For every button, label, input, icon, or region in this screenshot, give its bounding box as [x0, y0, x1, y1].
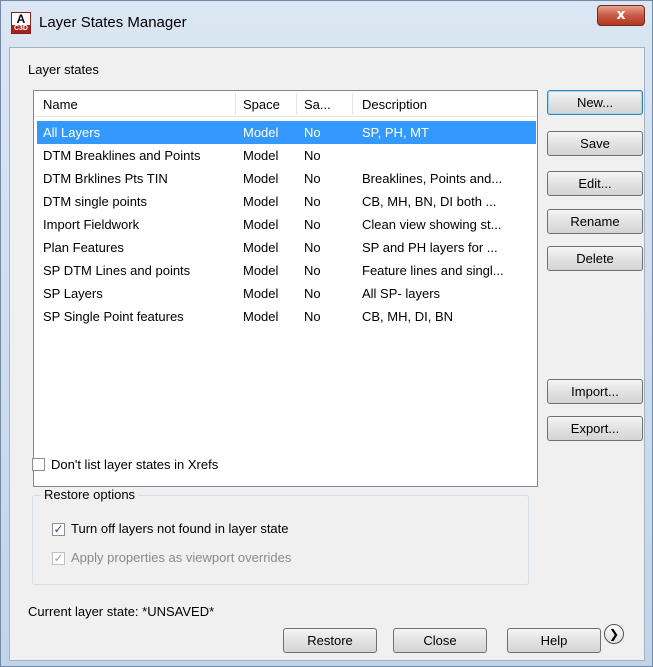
- save-button[interactable]: Save: [547, 131, 643, 156]
- restore-button[interactable]: Restore: [283, 628, 377, 653]
- row-saved: No: [304, 194, 321, 209]
- turn-off-layers-label[interactable]: Turn off layers not found in layer state: [71, 521, 289, 536]
- row-space: Model: [243, 263, 279, 278]
- title-bar: A C3D Layer States Manager x: [1, 1, 652, 47]
- apply-viewport-overrides-label: Apply properties as viewport overrides: [71, 550, 292, 565]
- close-window-button[interactable]: x: [597, 5, 645, 26]
- checkmark-icon: ✓: [53, 522, 64, 536]
- row-space: Model: [243, 171, 279, 186]
- list-item[interactable]: Import Fieldwork Model No Clean view sho…: [37, 213, 536, 236]
- row-name: DTM Brklines Pts TIN: [43, 171, 168, 186]
- list-item-all-layers[interactable]: All Layers Model No SP, PH, MT: [37, 121, 536, 144]
- app-icon-badge: C3D: [12, 25, 30, 33]
- autocad-civil3d-app-icon: A C3D: [11, 12, 31, 34]
- row-name: DTM single points: [43, 194, 148, 209]
- row-space: Model: [243, 286, 279, 301]
- row-saved: No: [304, 263, 321, 278]
- row-name: SP Single Point features: [43, 309, 184, 324]
- row-description: SP and PH layers for ...: [362, 240, 498, 255]
- rename-button[interactable]: Rename: [547, 209, 643, 234]
- new-button[interactable]: New...: [547, 90, 643, 115]
- list-item[interactable]: Plan Features Model No SP and PH layers …: [37, 236, 536, 259]
- turn-off-layers-checkbox[interactable]: ✓: [52, 523, 65, 536]
- restore-options-group: Restore options ✓ Turn off layers not fo…: [32, 487, 529, 585]
- row-name: Import Fieldwork: [43, 217, 140, 232]
- row-name: SP Layers: [43, 286, 103, 301]
- row-space: Model: [243, 148, 279, 163]
- dialog-body: Layer states Name Space Sa... Descriptio…: [9, 47, 645, 661]
- layer-states-label: Layer states: [28, 62, 99, 77]
- row-space: Model: [243, 309, 279, 324]
- list-item[interactable]: DTM single points Model No CB, MH, BN, D…: [37, 190, 536, 213]
- row-saved: No: [304, 240, 321, 255]
- row-name: SP DTM Lines and points: [43, 263, 191, 278]
- row-space: Model: [243, 125, 279, 140]
- row-description: CB, MH, DI, BN: [362, 309, 454, 324]
- layer-states-list[interactable]: Name Space Sa... Description All Layers …: [33, 90, 538, 487]
- row-space: Model: [243, 194, 279, 209]
- row-space: Model: [243, 217, 279, 232]
- row-description: Breaklines, Points and...: [362, 171, 503, 186]
- row-description: CB, MH, BN, DI both ...: [362, 194, 497, 209]
- row-saved: No: [304, 217, 321, 232]
- import-button[interactable]: Import...: [547, 379, 643, 404]
- column-separator[interactable]: [235, 93, 236, 115]
- export-button[interactable]: Export...: [547, 416, 643, 441]
- row-description: SP, PH, MT: [362, 125, 429, 140]
- close-button[interactable]: Close: [393, 628, 487, 653]
- column-header-description[interactable]: Description: [362, 97, 427, 112]
- row-saved: No: [304, 309, 321, 324]
- row-name: All Layers: [43, 125, 101, 140]
- checkmark-icon: ✓: [53, 551, 64, 565]
- delete-button[interactable]: Delete: [547, 246, 643, 271]
- row-name: DTM Breaklines and Points: [43, 148, 201, 163]
- column-header-space[interactable]: Space: [243, 97, 280, 112]
- help-button[interactable]: Help: [507, 628, 601, 653]
- list-item[interactable]: DTM Breaklines and Points Model No: [37, 144, 536, 167]
- xrefs-label[interactable]: Don't list layer states in Xrefs: [51, 457, 218, 472]
- list-item[interactable]: SP DTM Lines and points Model No Feature…: [37, 259, 536, 282]
- more-options-button[interactable]: ❯: [604, 624, 624, 644]
- close-icon: x: [616, 7, 626, 23]
- row-name: Plan Features: [43, 240, 124, 255]
- column-header-saved[interactable]: Sa...: [304, 97, 331, 112]
- list-item[interactable]: SP Single Point features Model No CB, MH…: [37, 305, 536, 328]
- edit-button[interactable]: Edit...: [547, 171, 643, 196]
- column-header-name[interactable]: Name: [43, 97, 78, 112]
- column-separator[interactable]: [296, 93, 297, 115]
- row-description: Feature lines and singl...: [362, 263, 504, 278]
- chevron-right-icon: ❯: [608, 627, 620, 641]
- row-saved: No: [304, 286, 321, 301]
- row-saved: No: [304, 125, 321, 140]
- layer-states-manager-window: A C3D Layer States Manager x Layer state…: [0, 0, 653, 667]
- row-description: All SP- layers: [362, 286, 441, 301]
- xrefs-checkbox[interactable]: [32, 458, 45, 471]
- row-description: Clean view showing st...: [362, 217, 502, 232]
- row-saved: No: [304, 171, 321, 186]
- row-space: Model: [243, 240, 279, 255]
- list-item[interactable]: DTM Brklines Pts TIN Model No Breaklines…: [37, 167, 536, 190]
- column-separator[interactable]: [352, 93, 353, 115]
- apply-viewport-overrides-checkbox: ✓: [52, 552, 65, 565]
- list-header: Name Space Sa... Description: [34, 91, 537, 117]
- list-item[interactable]: SP Layers Model No All SP- layers: [37, 282, 536, 305]
- window-title: Layer States Manager: [39, 14, 187, 31]
- current-layer-state: Current layer state: *UNSAVED*: [28, 604, 215, 619]
- row-saved: No: [304, 148, 321, 163]
- restore-options-title: Restore options: [41, 487, 139, 502]
